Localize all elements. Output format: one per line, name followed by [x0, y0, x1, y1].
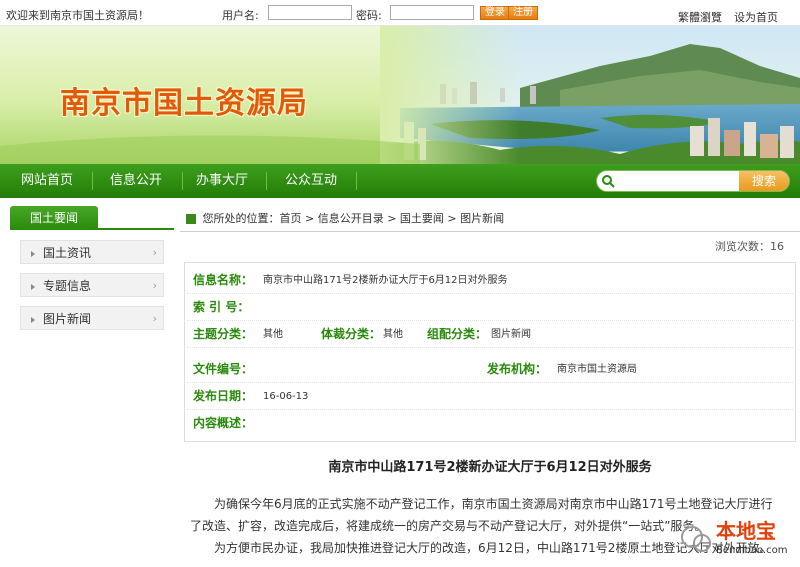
nav-home[interactable]: 网站首页: [8, 164, 86, 198]
info-row-docno: 文件编号： 发布机构： 南京市国土资源局: [187, 356, 793, 383]
info-genre-value: 其他: [383, 329, 403, 340]
info-name-value: 南京市中山路171号2楼新办证大厅于6月12日对外服务: [263, 275, 508, 286]
bullet-icon: [31, 284, 35, 290]
nav-separator: [182, 172, 183, 190]
set-homepage-link[interactable]: 设为首页: [734, 9, 778, 25]
info-date-value: 16-06-13: [263, 391, 309, 402]
wechat-icon: [681, 526, 711, 552]
info-index-key: 索 引 号：: [193, 300, 250, 314]
breadcrumb-text[interactable]: 您所处的位置：首页 > 信息公开目录 > 国土要闻 > 图片新闻: [203, 212, 505, 225]
info-org-class-key: 组配分类：: [427, 327, 488, 341]
info-genre-key: 体裁分类：: [321, 327, 382, 341]
info-row-name: 信息名称： 南京市中山路171号2楼新办证大厅于6月12日对外服务: [187, 267, 793, 294]
username-label: 用户名:: [222, 9, 259, 22]
info-date-key: 发布日期：: [193, 389, 254, 403]
info-row-date: 发布日期： 16-06-13: [187, 383, 793, 410]
info-summary-key: 内容概述：: [193, 416, 254, 430]
chevron-right-icon: ›: [152, 246, 157, 259]
sidebar-title: 国土要闻: [10, 206, 98, 230]
article-title: 南京市中山路171号2楼新办证大厅于6月12日对外服务: [328, 460, 652, 475]
login-button[interactable]: 登录: [480, 6, 510, 20]
search-input[interactable]: [619, 173, 729, 189]
nav-public-interaction[interactable]: 公众互动: [272, 164, 350, 198]
info-topic-value: 其他: [263, 329, 283, 340]
info-row-index: 索 引 号：: [187, 294, 793, 321]
watermark-brand: 本地宝: [716, 519, 776, 543]
chevron-right-icon: ›: [152, 312, 157, 325]
breadcrumb: 您所处的位置：首页 > 信息公开目录 > 国土要闻 > 图片新闻: [180, 206, 800, 232]
info-name-key: 信息名称：: [193, 273, 254, 287]
bendibao-watermark: 本地宝 Bendibao.com: [676, 511, 796, 563]
info-docno-key: 文件编号：: [193, 362, 254, 376]
sidebar-item-land-news[interactable]: 国土资讯 ›: [20, 240, 164, 264]
search-button[interactable]: 搜索: [739, 171, 789, 191]
bullet-icon: [31, 251, 35, 257]
nav-separator: [266, 172, 267, 190]
view-count: 浏览次数：16: [715, 240, 784, 253]
info-table: 信息名称： 南京市中山路171号2楼新办证大厅于6月12日对外服务 索 引 号：…: [184, 262, 796, 442]
sidebar-header: 国土要闻: [10, 206, 174, 230]
sidebar-item-label: 专题信息: [43, 279, 92, 293]
info-publisher-value: 南京市国土资源局: [557, 364, 637, 375]
nav-separator: [92, 172, 93, 190]
traditional-chinese-link[interactable]: 繁體瀏覽: [678, 9, 722, 25]
sidebar-item-label: 国土资讯: [43, 246, 92, 260]
search-icon: [601, 174, 615, 191]
search-box: 搜索: [596, 170, 790, 192]
info-row-classification: 主题分类： 其他 体裁分类： 其他 组配分类： 图片新闻: [187, 321, 793, 348]
welcome-text: 欢迎来到南京市国土资源局！: [6, 9, 149, 22]
sidebar: 国土要闻 国土资讯 › 专题信息 › 图片新闻 ›: [10, 206, 174, 339]
username-input[interactable]: [268, 5, 352, 20]
nav-separator: [356, 172, 357, 190]
sidebar-item-label: 图片新闻: [43, 312, 92, 326]
site-title: 南京市国土资源局: [60, 86, 308, 121]
location-icon: [186, 214, 196, 224]
main-content: 您所处的位置：首页 > 信息公开目录 > 国土要闻 > 图片新闻 浏览次数：16…: [180, 206, 800, 559]
password-input[interactable]: [390, 5, 474, 20]
info-publisher-key: 发布机构：: [487, 362, 548, 376]
info-row-summary: 内容概述：: [187, 410, 793, 437]
watermark-domain: Bendibao.com: [716, 545, 788, 556]
banner: 南京市国土资源局: [0, 26, 800, 164]
bullet-icon: [31, 317, 35, 323]
sidebar-item-special-info[interactable]: 专题信息 ›: [20, 273, 164, 297]
sidebar-menu: 国土资讯 › 专题信息 › 图片新闻 ›: [10, 240, 174, 330]
info-topic-key: 主题分类：: [193, 327, 254, 341]
top-bar: 欢迎来到南京市国土资源局！ 用户名: 密码: 登录 注册 繁體瀏覽 设为首页: [0, 0, 800, 26]
register-button[interactable]: 注册: [508, 6, 538, 20]
nav-info-disclosure[interactable]: 信息公开: [96, 164, 176, 198]
chevron-right-icon: ›: [152, 279, 157, 292]
password-label: 密码:: [356, 9, 382, 22]
nav-service-hall[interactable]: 办事大厅: [184, 164, 260, 198]
info-org-class-value: 图片新闻: [491, 329, 531, 340]
sidebar-item-photo-news[interactable]: 图片新闻 ›: [20, 306, 164, 330]
